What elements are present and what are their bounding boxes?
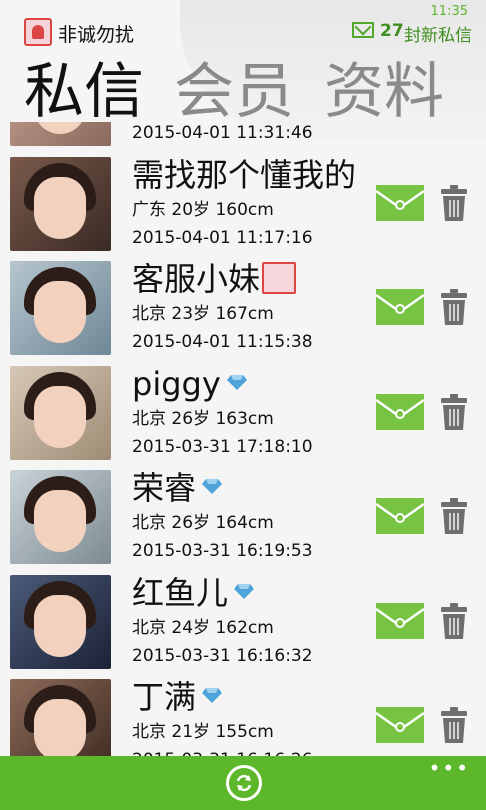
message-time: 2015-03-31 16:19:53 bbox=[132, 541, 313, 561]
envelope-icon bbox=[376, 189, 424, 210]
trash-icon[interactable] bbox=[440, 393, 468, 430]
avatar[interactable] bbox=[10, 365, 111, 460]
avatar[interactable] bbox=[10, 156, 111, 251]
message-time: 2015-03-31 16:16:26 bbox=[132, 749, 313, 756]
envelope-icon bbox=[376, 607, 424, 628]
status-time: 11:35 bbox=[430, 4, 468, 19]
message-time: 2015-04-01 11:15:38 bbox=[132, 332, 313, 352]
member-location: 北京 bbox=[132, 722, 166, 742]
envelope-icon bbox=[376, 398, 424, 419]
member-age: 24岁 bbox=[171, 617, 211, 638]
open-message-button[interactable] bbox=[376, 602, 424, 639]
new-message-count[interactable]: 27 bbox=[380, 21, 404, 41]
list-item[interactable]: 荣睿北京 26岁 164cm 2015-03-31 16:19:53 bbox=[0, 464, 486, 569]
app-name: 非诚勿扰 bbox=[58, 24, 135, 46]
member-age: 23岁 bbox=[171, 304, 211, 324]
diamond-icon bbox=[234, 583, 255, 599]
open-message-button[interactable] bbox=[376, 707, 424, 743]
trash-icon[interactable] bbox=[440, 602, 468, 639]
member-height: 164cm bbox=[215, 513, 274, 533]
message-time: 2015-04-01 11:17:16 bbox=[132, 227, 313, 248]
trash-icon[interactable] bbox=[440, 707, 468, 743]
pivot-tabs: 私信 会员 资料 bbox=[24, 56, 474, 128]
avatar[interactable] bbox=[10, 574, 111, 669]
envelope-icon bbox=[376, 293, 424, 314]
app-bar: ••• bbox=[0, 756, 486, 810]
member-info: 北京 23岁 167cm bbox=[132, 303, 274, 325]
member-height: 163cm bbox=[215, 408, 274, 429]
list-item-partial[interactable]: 2015-04-01 11:31:46 bbox=[0, 122, 486, 151]
member-name[interactable]: 荣睿 bbox=[132, 468, 223, 508]
member-location: 广东 bbox=[132, 199, 166, 220]
open-message-button[interactable] bbox=[376, 184, 424, 221]
app-header: 非诚勿扰 27 封新私信 bbox=[0, 18, 486, 48]
list-item[interactable]: piggy 北京 26岁 163cm 2015-03-31 17:18:10 bbox=[0, 360, 486, 465]
member-info: 广东 20岁 160cm bbox=[132, 199, 274, 221]
member-name[interactable]: piggy bbox=[132, 364, 247, 404]
message-list[interactable]: 2015-04-01 11:31:46 需找那个懂我的 广东 20岁 160cm 2… bbox=[0, 122, 486, 756]
new-message-label[interactable]: 封新私信 bbox=[404, 21, 472, 46]
member-info: 北京 21岁 155cm bbox=[132, 721, 274, 743]
list-item[interactable]: 需找那个懂我的广东 20岁 160cm 2015-04-01 11:17:16 bbox=[0, 151, 486, 256]
message-time: 2015-03-31 17:18:10 bbox=[132, 436, 313, 457]
open-message-button[interactable] bbox=[376, 393, 424, 430]
member-height: 155cm bbox=[215, 722, 274, 742]
avatar[interactable] bbox=[10, 470, 111, 564]
service-badge-icon bbox=[262, 262, 297, 294]
member-name[interactable]: 客服小妹 bbox=[132, 259, 297, 299]
list-item[interactable]: 丁满北京 21岁 155cm 2015-03-31 16:16:26 bbox=[0, 673, 486, 756]
diamond-icon bbox=[202, 688, 223, 703]
diamond-icon bbox=[226, 374, 247, 390]
message-time: 2015-03-31 16:16:32 bbox=[132, 645, 313, 666]
member-location: 北京 bbox=[132, 408, 166, 429]
member-name[interactable]: 丁满 bbox=[132, 677, 223, 717]
open-message-button[interactable] bbox=[376, 498, 424, 534]
member-name[interactable]: 红鱼儿 bbox=[132, 573, 255, 613]
member-info: 北京 26岁 164cm bbox=[132, 512, 274, 534]
app-logo-icon bbox=[24, 18, 52, 46]
trash-icon[interactable] bbox=[440, 498, 468, 534]
member-height: 167cm bbox=[215, 304, 274, 324]
member-age: 21岁 bbox=[171, 722, 211, 742]
refresh-icon bbox=[236, 774, 252, 792]
refresh-button[interactable] bbox=[226, 765, 262, 801]
list-item[interactable]: 客服小妹北京 23岁 167cm 2015-04-01 11:15:38 bbox=[0, 255, 486, 360]
message-time: 2015-04-01 11:31:46 bbox=[132, 123, 313, 143]
avatar[interactable] bbox=[10, 261, 111, 355]
diamond-icon bbox=[202, 479, 223, 494]
list-item[interactable]: 红鱼儿北京 24岁 162cm 2015-03-31 16:16:32 bbox=[0, 569, 486, 674]
envelope-icon bbox=[376, 711, 424, 732]
avatar bbox=[10, 122, 111, 146]
tab-profile[interactable]: 资料 bbox=[324, 57, 444, 127]
trash-icon[interactable] bbox=[440, 289, 468, 325]
member-height: 160cm bbox=[215, 199, 274, 220]
member-location: 北京 bbox=[132, 617, 166, 638]
member-age: 20岁 bbox=[171, 199, 211, 220]
avatar[interactable] bbox=[10, 679, 111, 756]
member-name[interactable]: 需找那个懂我的 bbox=[132, 155, 356, 195]
member-age: 26岁 bbox=[171, 513, 211, 533]
member-info: 北京 24岁 162cm bbox=[132, 617, 274, 639]
tab-members[interactable]: 会员 bbox=[174, 57, 294, 127]
member-location: 北京 bbox=[132, 304, 166, 324]
member-age: 26岁 bbox=[171, 408, 211, 429]
trash-icon[interactable] bbox=[440, 184, 468, 221]
envelope-icon bbox=[376, 502, 424, 523]
tab-messages[interactable]: 私信 bbox=[24, 57, 144, 127]
member-info: 北京 26岁 163cm bbox=[132, 408, 274, 430]
member-location: 北京 bbox=[132, 513, 166, 533]
open-message-button[interactable] bbox=[376, 289, 424, 325]
mail-icon[interactable] bbox=[352, 22, 374, 38]
more-button[interactable]: ••• bbox=[429, 758, 470, 778]
member-height: 162cm bbox=[215, 617, 274, 638]
